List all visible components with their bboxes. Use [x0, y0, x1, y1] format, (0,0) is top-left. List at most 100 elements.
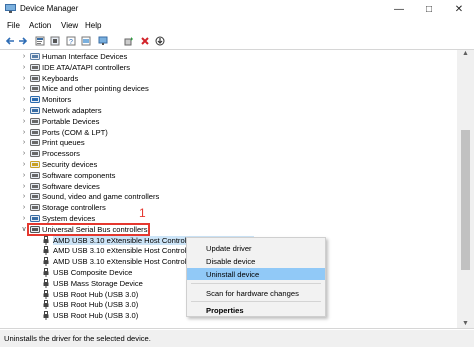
tree-category-row[interactable]: › Network adapters [0, 105, 456, 116]
expand-chevron-icon[interactable]: › [20, 149, 28, 158]
ctx-separator [191, 301, 321, 302]
show-hidden-icon[interactable] [50, 36, 60, 46]
storage-controller-icon [30, 204, 40, 212]
expand-chevron-icon[interactable]: › [20, 214, 28, 223]
ctx-disable-device[interactable]: Disable device [187, 255, 325, 267]
tree-category-row[interactable]: › Print queues [0, 137, 456, 148]
status-text: Uninstalls the driver for the selected d… [4, 334, 151, 343]
tree-row-label: Software devices [42, 181, 100, 191]
expand-chevron-icon[interactable]: › [20, 52, 28, 61]
expand-chevron-icon[interactable]: › [20, 203, 28, 212]
expand-chevron-icon[interactable]: › [20, 182, 28, 191]
properties-icon[interactable] [35, 36, 45, 46]
tree-row-label: USB Root Hub (USB 3.0) [53, 311, 139, 321]
tree-row-label: USB Composite Device [53, 268, 133, 277]
tree-category-row[interactable]: › Sound, video and game controllers [0, 191, 456, 202]
tree-category-row[interactable]: › Ports (COM & LPT) [0, 127, 456, 138]
device-manager-icon [5, 4, 16, 13]
maximize-icon: □ [425, 3, 433, 15]
usb-plug-icon [43, 289, 49, 299]
ctx-uninstall-device[interactable]: Uninstall device [187, 268, 325, 280]
expand-chevron-icon[interactable]: › [20, 171, 28, 180]
expand-chevron-icon[interactable]: › [20, 95, 28, 104]
usb-plug-icon [43, 278, 49, 288]
monitor-icon [30, 96, 40, 104]
ide-controller-icon [30, 63, 40, 71]
expand-chevron-icon[interactable]: › [20, 117, 28, 126]
usb-plug-icon [43, 257, 49, 267]
update-driver-icon[interactable] [124, 36, 134, 46]
network-adapter-icon [30, 107, 40, 114]
system-device-icon [30, 215, 40, 222]
ctx-update-driver[interactable]: Update driver [187, 242, 325, 254]
software-component-icon [30, 171, 40, 179]
help-icon[interactable]: ? [66, 36, 76, 46]
expand-chevron-icon[interactable]: › [20, 160, 28, 169]
menu-file[interactable]: File [7, 21, 20, 30]
ctx-label: Properties [206, 306, 244, 315]
tree-row-label: Software components [42, 170, 116, 180]
forward-arrow-icon[interactable] [18, 36, 28, 46]
tree-category-row[interactable]: › Software components [0, 170, 456, 181]
tree-row-label: Keyboards [42, 73, 79, 83]
expand-chevron-icon[interactable]: › [20, 192, 28, 201]
tree-row-label: Sound, video and game controllers [42, 192, 160, 202]
ctx-label: Uninstall device [206, 270, 260, 279]
vertical-scrollbar[interactable]: ▲ ▼ [457, 50, 474, 328]
monitor-toolbar-icon[interactable] [98, 36, 108, 46]
view-icon[interactable] [81, 36, 91, 46]
menu-view[interactable]: View [61, 21, 78, 30]
printer-icon [30, 139, 40, 147]
context-menu: Update driver Disable device Uninstall d… [186, 237, 326, 317]
menu-help[interactable]: Help [85, 21, 101, 30]
tree-category-row[interactable]: › Human Interface Devices [0, 51, 456, 62]
tree-row-label: Mice and other pointing devices [42, 84, 149, 94]
ctx-scan-hardware[interactable]: Scan for hardware changes [187, 287, 325, 299]
ctx-properties[interactable]: Properties [187, 304, 325, 316]
tree-row-label: Processors [42, 149, 80, 159]
scroll-down-icon[interactable]: ▼ [457, 320, 474, 328]
tree-category-row[interactable]: › Software devices [0, 181, 456, 192]
ctx-label: Disable device [206, 257, 256, 266]
expand-chevron-icon[interactable]: › [20, 84, 28, 93]
expand-chevron-icon[interactable]: › [20, 128, 28, 137]
tree-category-row[interactable]: › IDE ATA/ATAPI controllers [0, 62, 456, 73]
usb-plug-icon [43, 235, 49, 245]
expand-chevron-icon[interactable]: › [20, 63, 28, 72]
maximize-button[interactable]: □ [414, 0, 444, 18]
tree-category-row[interactable]: › Mice and other pointing devices [0, 83, 456, 94]
status-bar: Uninstalls the driver for the selected d… [0, 330, 474, 347]
expand-chevron-icon[interactable]: › [20, 106, 28, 115]
tree-category-row[interactable]: › Portable Devices [0, 116, 456, 127]
tree-row-label: Storage controllers [42, 203, 106, 213]
title-bar: Device Manager — □ ✕ [0, 0, 474, 18]
uninstall-icon[interactable] [140, 36, 150, 46]
tree-row-label: IDE ATA/ATAPI controllers [42, 62, 131, 72]
tree-row-label: Print queues [42, 138, 85, 148]
ctx-label: Update driver [206, 244, 252, 253]
processor-icon [30, 150, 40, 158]
scroll-thumb[interactable] [461, 130, 470, 270]
minimize-button[interactable]: — [384, 0, 414, 18]
expand-chevron-icon[interactable]: › [20, 138, 28, 147]
window-title: Device Manager [20, 4, 79, 13]
tree-category-row[interactable]: › Storage controllers [0, 202, 456, 213]
menu-action[interactable]: Action [29, 21, 51, 30]
tree-row-label: Portable Devices [42, 116, 100, 126]
tree-category-row[interactable]: › Monitors [0, 94, 456, 105]
ctx-label: Scan for hardware changes [206, 289, 299, 298]
close-button[interactable]: ✕ [444, 0, 474, 18]
download-icon[interactable] [155, 36, 165, 46]
back-arrow-icon[interactable] [5, 36, 15, 46]
callout-number-1: 1 [139, 206, 146, 220]
tree-category-row[interactable]: › Keyboards [0, 73, 456, 84]
tree-row-label: System devices [42, 214, 96, 223]
usb-plug-icon [43, 300, 49, 310]
tree-row-label: USB Mass Storage Device [53, 278, 143, 288]
tree-category-row[interactable]: › Processors [0, 148, 456, 159]
expand-chevron-icon[interactable]: › [20, 74, 28, 83]
scroll-up-icon[interactable]: ▲ [457, 50, 474, 60]
tree-category-row[interactable]: › Security devices [0, 159, 456, 170]
security-device-icon [30, 161, 40, 168]
usb-plug-icon [43, 268, 49, 277]
